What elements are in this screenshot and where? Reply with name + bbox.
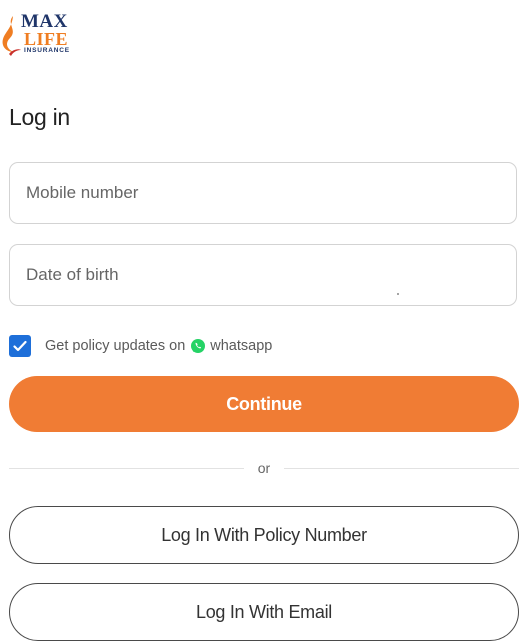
consent-channel: whatsapp (210, 338, 273, 354)
dob-cursor-dot (397, 293, 399, 295)
logo-text-insurance: INSURANCE (24, 47, 70, 54)
page-title: Log in (9, 104, 70, 130)
whatsapp-consent-checkbox[interactable] (9, 335, 31, 357)
brand-logo: MAX LIFE INSURANCE (0, 10, 80, 60)
consent-text: Get policy updates on (45, 338, 186, 354)
continue-button[interactable]: Continue (9, 376, 519, 432)
whatsapp-consent-row: Get policy updates on whatsapp (9, 335, 272, 357)
date-of-birth-input[interactable] (10, 245, 516, 305)
consent-label: Get policy updates on whatsapp (45, 338, 272, 354)
date-of-birth-field[interactable] (9, 244, 517, 306)
mobile-number-field[interactable] (9, 162, 517, 224)
login-with-email-button[interactable]: Log In With Email (9, 583, 519, 641)
login-with-policy-number-button[interactable]: Log In With Policy Number (9, 506, 519, 564)
mobile-number-input[interactable] (10, 163, 516, 223)
whatsapp-icon (190, 338, 206, 354)
checkmark-icon (13, 340, 27, 352)
or-divider: or (9, 458, 519, 478)
max-life-flame-icon (2, 16, 21, 56)
logo-text-life: LIFE (24, 29, 69, 49)
divider-line-right (284, 468, 519, 469)
